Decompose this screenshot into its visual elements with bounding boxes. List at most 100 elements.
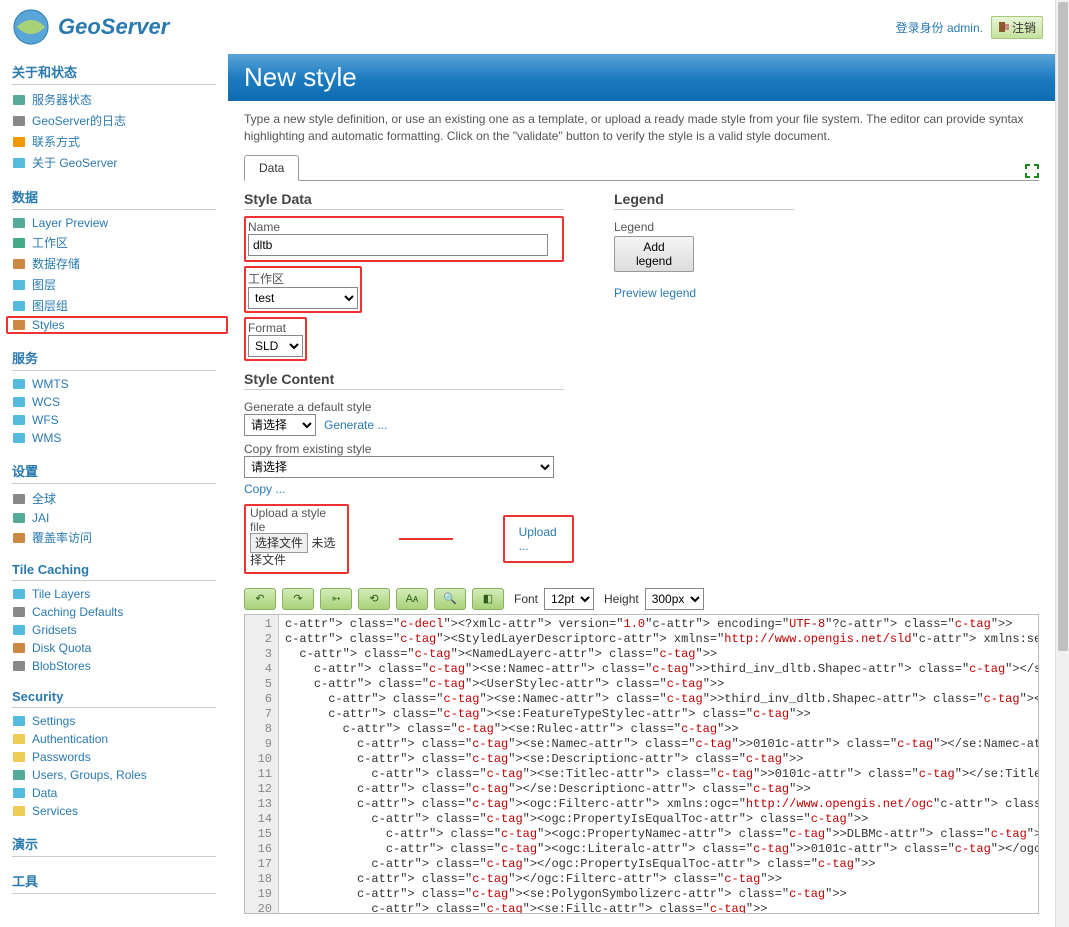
sidebar-item-passwords[interactable]: Passwords	[12, 748, 228, 766]
server-icon	[12, 93, 26, 107]
users-icon	[12, 768, 26, 782]
page-title: New style	[228, 54, 1055, 101]
code-content[interactable]: c-attr"> class="c-decl"><?xmlc-attr"> ve…	[279, 615, 1038, 913]
sidebar-item-layer-preview[interactable]: Layer Preview	[12, 214, 228, 232]
tilelayers-icon	[12, 587, 26, 601]
app-name: GeoServer	[58, 14, 169, 40]
sidebar-section-title[interactable]: Security	[12, 689, 216, 708]
find-button[interactable]: 🔍	[434, 588, 466, 610]
redo-button[interactable]: ↷	[282, 588, 314, 610]
sidebar-section-title[interactable]: 工具	[12, 871, 216, 894]
choose-file-button[interactable]: 选择文件	[250, 533, 308, 553]
sidebar-item-jai[interactable]: JAI	[12, 509, 228, 527]
upload-link[interactable]: Upload ...	[519, 525, 557, 553]
format-label: Format	[248, 321, 303, 335]
sidebar-section-title[interactable]: 关于和状态	[12, 62, 216, 85]
sidebar-item--[interactable]: 数据存储	[12, 253, 228, 274]
sidebar-item-caching-defaults[interactable]: Caching Defaults	[12, 603, 228, 621]
disk-icon	[12, 641, 26, 655]
sidebar-section-title[interactable]: 演示	[12, 834, 216, 857]
tab-data[interactable]: Data	[244, 155, 299, 181]
sidebar-item-settings[interactable]: Settings	[12, 712, 228, 730]
legend-title: Legend	[614, 191, 794, 210]
sidebar-item-blobstores[interactable]: BlobStores	[12, 657, 228, 675]
sidebar-item-wms[interactable]: WMS	[12, 429, 228, 447]
sidebar-item--[interactable]: 覆盖率访问	[12, 527, 228, 548]
layer-icon	[12, 278, 26, 292]
generate-select[interactable]: 请选择	[244, 414, 316, 436]
login-info: 登录身份 admin.	[896, 19, 983, 36]
font-select[interactable]: 12pt	[544, 588, 594, 610]
sidebar-item--geoserver[interactable]: 关于 GeoServer	[12, 152, 228, 173]
sidebar-item--[interactable]: 联系方式	[12, 131, 228, 152]
fontsize-button[interactable]: Aᴀ	[396, 588, 428, 610]
format-select[interactable]: SLD	[248, 335, 303, 357]
height-label: Height	[604, 592, 639, 606]
sidebar-item--[interactable]: 工作区	[12, 232, 228, 253]
sidebar-item-gridsets[interactable]: Gridsets	[12, 621, 228, 639]
copy-select[interactable]: 请选择	[244, 456, 554, 478]
contact-icon	[12, 135, 26, 149]
reformat-button[interactable]: ⟲	[358, 588, 390, 610]
globe-icon	[12, 492, 26, 506]
sidebar-item-styles[interactable]: Styles	[6, 316, 228, 334]
line-gutter: 12345678910111213141516171819202122	[245, 615, 279, 913]
style-content-title: Style Content	[244, 371, 564, 390]
sidebar-item-wmts[interactable]: WMTS	[12, 375, 228, 393]
blob-icon	[12, 659, 26, 673]
sidebar-section-title[interactable]: 数据	[12, 187, 216, 210]
sidebar-section-title[interactable]: Tile Caching	[12, 562, 216, 581]
page-scrollbar[interactable]	[1055, 0, 1069, 927]
wfs-icon	[12, 413, 26, 427]
sidebar-item-users-groups-roles[interactable]: Users, Groups, Roles	[12, 766, 228, 784]
settings-icon	[12, 714, 26, 728]
main-content: New style Type a new style definition, o…	[228, 54, 1055, 916]
add-legend-button[interactable]: Add legend	[614, 236, 694, 272]
generate-link[interactable]: Generate ...	[324, 418, 387, 432]
sidebar-item-disk-quota[interactable]: Disk Quota	[12, 639, 228, 657]
store-icon	[12, 257, 26, 271]
workspace-select[interactable]: test	[248, 287, 358, 309]
tabs: Data	[244, 155, 1039, 181]
preview-legend-link[interactable]: Preview legend	[614, 286, 814, 300]
copy-link[interactable]: Copy ...	[244, 482, 574, 496]
coverage-icon	[12, 531, 26, 545]
height-select[interactable]: 300px	[645, 588, 704, 610]
sidebar-item--[interactable]: 服务器状态	[12, 89, 228, 110]
password-icon	[12, 750, 26, 764]
name-input[interactable]	[248, 234, 548, 256]
sidebar-item--[interactable]: 图层	[12, 274, 228, 295]
sidebar-item-wfs[interactable]: WFS	[12, 411, 228, 429]
wms-icon	[12, 431, 26, 445]
upload-label: Upload a style file	[250, 506, 343, 534]
data-icon	[12, 786, 26, 800]
sidebar-item-services[interactable]: Services	[12, 802, 228, 820]
sidebar-item--[interactable]: 图层组	[12, 295, 228, 316]
goto-button[interactable]: ➳	[320, 588, 352, 610]
sidebar-item-authentication[interactable]: Authentication	[12, 730, 228, 748]
folder-icon	[12, 236, 26, 250]
color-button[interactable]: ◧	[472, 588, 504, 610]
sidebar-item-wcs[interactable]: WCS	[12, 393, 228, 411]
sidebar-item-tile-layers[interactable]: Tile Layers	[12, 585, 228, 603]
palette-icon	[12, 318, 26, 332]
preview-icon	[12, 216, 26, 230]
sidebar-section-title[interactable]: 服务	[12, 348, 216, 371]
logout-button[interactable]: 注销	[991, 16, 1043, 39]
sidebar: 关于和状态服务器状态GeoServer的日志联系方式关于 GeoServer 数据…	[0, 54, 228, 916]
sidebar-section-title[interactable]: 设置	[12, 461, 216, 484]
globe-logo-icon	[12, 8, 50, 46]
header: GeoServer 登录身份 admin. 注销	[0, 0, 1055, 54]
wcs-icon	[12, 395, 26, 409]
fullscreen-icon[interactable]	[1025, 164, 1039, 178]
sidebar-item--[interactable]: 全球	[12, 488, 228, 509]
style-data-title: Style Data	[244, 191, 564, 210]
logo[interactable]: GeoServer	[12, 8, 169, 46]
layergroup-icon	[12, 299, 26, 313]
sidebar-item-data[interactable]: Data	[12, 784, 228, 802]
code-editor[interactable]: 12345678910111213141516171819202122 c-at…	[244, 614, 1039, 914]
undo-button[interactable]: ↶	[244, 588, 276, 610]
auth-icon	[12, 732, 26, 746]
jai-icon	[12, 511, 26, 525]
sidebar-item-geoserver-[interactable]: GeoServer的日志	[12, 110, 228, 131]
